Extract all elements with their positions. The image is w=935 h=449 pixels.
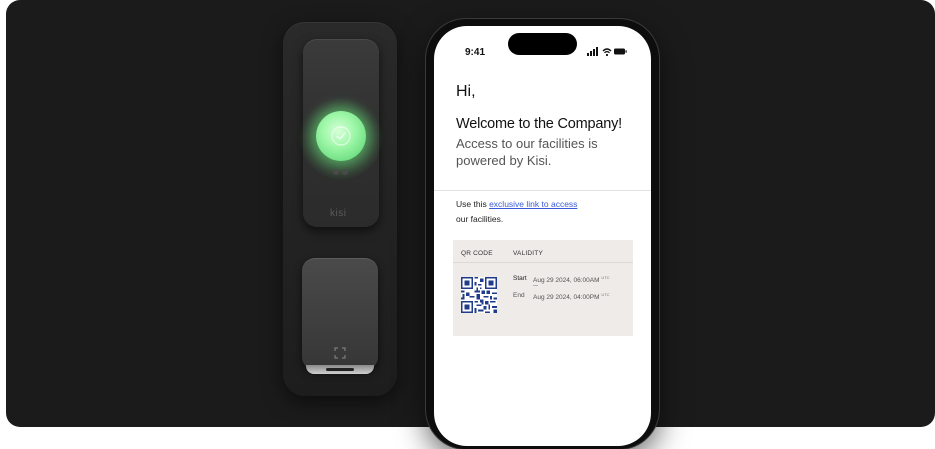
validity-header: VALIDITY <box>513 250 544 257</box>
wifi-icon <box>602 48 612 57</box>
unlock-icon <box>331 126 351 146</box>
dynamic-island <box>508 33 577 55</box>
access-link[interactable]: exclusive link to access <box>489 199 577 209</box>
indicator-dot <box>342 169 348 175</box>
access-suffix: our facilities. <box>456 214 504 224</box>
status-time: 9:41 <box>465 47 486 58</box>
start-value: Aug 29 2024, 06:00AM UTC <box>533 275 610 285</box>
qr-code-header: QR CODE <box>461 250 493 257</box>
welcome-subtext: Access to our facilities is powered by K… <box>456 136 598 168</box>
reader-brand-logo: kisi <box>330 208 347 219</box>
qr-code[interactable] <box>461 277 497 313</box>
indicator-dot <box>333 169 339 175</box>
access-instructions: Use this exclusive link to access our fa… <box>456 197 636 227</box>
start-label: Start <box>513 275 527 282</box>
status-icons <box>587 47 627 57</box>
access-prefix: Use this <box>456 199 490 209</box>
reader-status-light <box>316 111 366 161</box>
end-label: End <box>513 292 525 299</box>
card-divider <box>453 262 633 263</box>
scan-frame-icon <box>334 347 346 359</box>
end-value: Aug 29 2024, 04:00PM UTC <box>533 292 610 302</box>
welcome-heading: Welcome to the Company! <box>456 116 622 132</box>
phone-screen: 9:41 Hi, Welcome to the Company! Access … <box>434 26 651 446</box>
divider <box>434 190 651 191</box>
reader-base <box>306 365 374 374</box>
battery-icon <box>614 48 627 55</box>
validity-separator: — <box>533 283 538 289</box>
pass-card: QR CODE VALIDITY Start Aug 29 2024, 06:0… <box>453 240 633 336</box>
signal-icon <box>587 47 598 56</box>
greeting: Hi, <box>456 83 476 100</box>
